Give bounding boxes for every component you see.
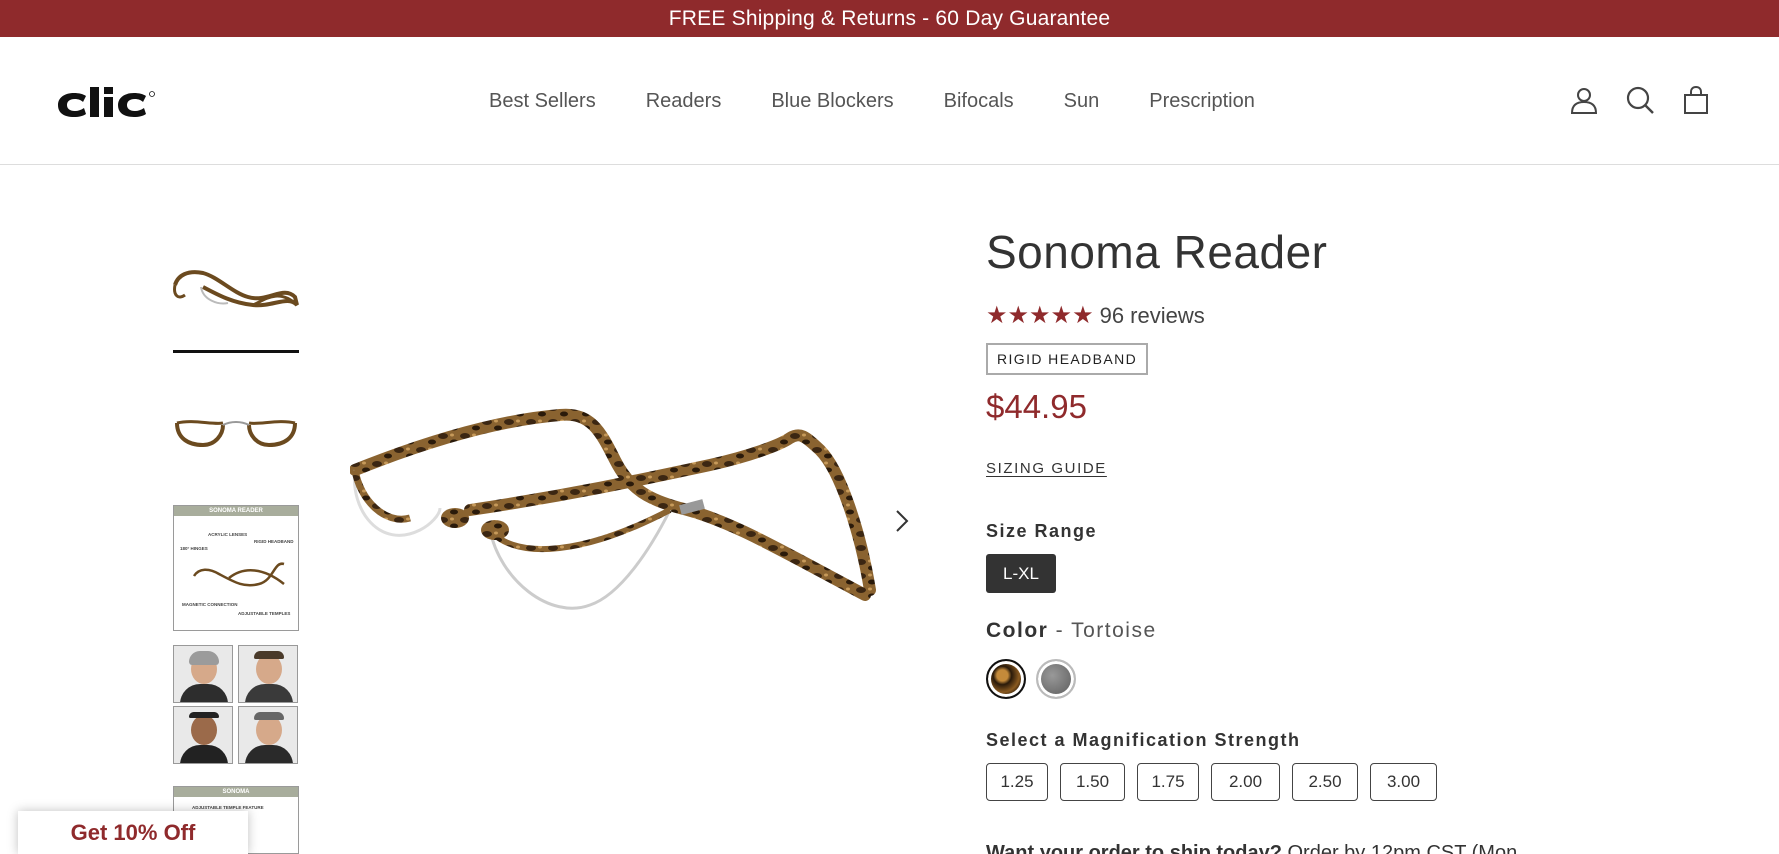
- glasses-front-thumb-image: [175, 420, 297, 448]
- thumbnail-1[interactable]: [173, 225, 299, 353]
- clic-logo[interactable]: [56, 83, 188, 123]
- sizing-guide-link[interactable]: SIZING GUIDE: [986, 460, 1107, 477]
- magnification-option[interactable]: 3.00: [1370, 763, 1437, 801]
- color-label: Color - Tortoise: [986, 619, 1157, 643]
- model-photo: [173, 645, 233, 703]
- next-image-arrow-icon[interactable]: [892, 506, 912, 536]
- product-rating[interactable]: ★★★★★ 96 reviews: [986, 301, 1205, 330]
- magnification-option[interactable]: 1.25: [986, 763, 1048, 801]
- size-option-l-xl[interactable]: L-XL: [986, 554, 1056, 593]
- color-swatch-grey[interactable]: [1036, 659, 1076, 699]
- nav-sun[interactable]: Sun: [1064, 90, 1100, 113]
- nav-blue-blockers[interactable]: Blue Blockers: [771, 90, 893, 113]
- thumbnail-infographic[interactable]: SONOMA READER ACRYLIC LENSES RIGID HEADB…: [173, 505, 299, 631]
- magnification-option[interactable]: 1.50: [1060, 763, 1125, 801]
- shipping-notice-bold: Want your order to ship today?: [986, 842, 1282, 854]
- magnification-label: Select a Magnification Strength: [986, 730, 1301, 750]
- rating-stars-icon: ★★★★★: [986, 302, 1094, 329]
- magnification-option[interactable]: 2.50: [1292, 763, 1358, 801]
- main-nav: Best Sellers Readers Blue Blockers Bifoc…: [489, 37, 1255, 165]
- discount-popup-button[interactable]: Get 10% Off: [18, 811, 248, 854]
- announcement-text: FREE Shipping & Returns - 60 Day Guarant…: [668, 6, 1111, 30]
- feature-badge: RIGID HEADBAND: [986, 343, 1149, 375]
- size-range-label: Size Range: [986, 521, 1098, 541]
- product-main-image: [350, 408, 876, 610]
- feature-title: SONOMA: [174, 787, 298, 797]
- magnification-option[interactable]: 2.00: [1211, 763, 1280, 801]
- color-label-text: Color: [986, 619, 1049, 642]
- announcement-bar: FREE Shipping & Returns - 60 Day Guarant…: [0, 0, 1779, 37]
- cart-icon[interactable]: [1681, 85, 1711, 115]
- color-swatch-tortoise[interactable]: [986, 659, 1026, 699]
- product-price: $44.95: [986, 388, 1087, 425]
- infographic-glasses-image: [192, 562, 285, 587]
- nav-readers[interactable]: Readers: [646, 90, 722, 113]
- magnification-options: 1.25 1.50 1.75 2.00 2.50 3.00: [986, 763, 1437, 801]
- nav-prescription[interactable]: Prescription: [1149, 90, 1255, 113]
- product-info: Sonoma Reader ★★★★★ 96 reviews RIGID HEA…: [986, 225, 1686, 854]
- header-icons: [1569, 85, 1711, 115]
- shipping-notice: Want your order to ship today? Order by …: [986, 842, 1517, 854]
- thumbnail-2[interactable]: [173, 383, 299, 493]
- selected-color: - Tortoise: [1055, 619, 1157, 642]
- magnification-option[interactable]: 1.75: [1137, 763, 1199, 801]
- shipping-notice-text: Order by 12pm CST (Mon: [1281, 842, 1518, 854]
- model-photos: [173, 645, 299, 764]
- review-count[interactable]: 96 reviews: [1100, 303, 1205, 329]
- site-header: Best Sellers Readers Blue Blockers Bifoc…: [0, 37, 1779, 165]
- account-icon[interactable]: [1569, 85, 1599, 115]
- model-photo: [173, 706, 233, 764]
- nav-bifocals[interactable]: Bifocals: [944, 90, 1014, 113]
- model-photo: [237, 645, 298, 703]
- feature-caption: ADJUSTABLE TEMPLE FEATURE: [192, 805, 264, 810]
- search-icon[interactable]: [1625, 85, 1655, 115]
- glasses-thumb-image: [173, 270, 299, 308]
- thumbnail-models[interactable]: [173, 645, 299, 766]
- model-photo: [237, 706, 298, 764]
- product-title: Sonoma Reader: [986, 226, 1328, 278]
- nav-best-sellers[interactable]: Best Sellers: [489, 90, 596, 113]
